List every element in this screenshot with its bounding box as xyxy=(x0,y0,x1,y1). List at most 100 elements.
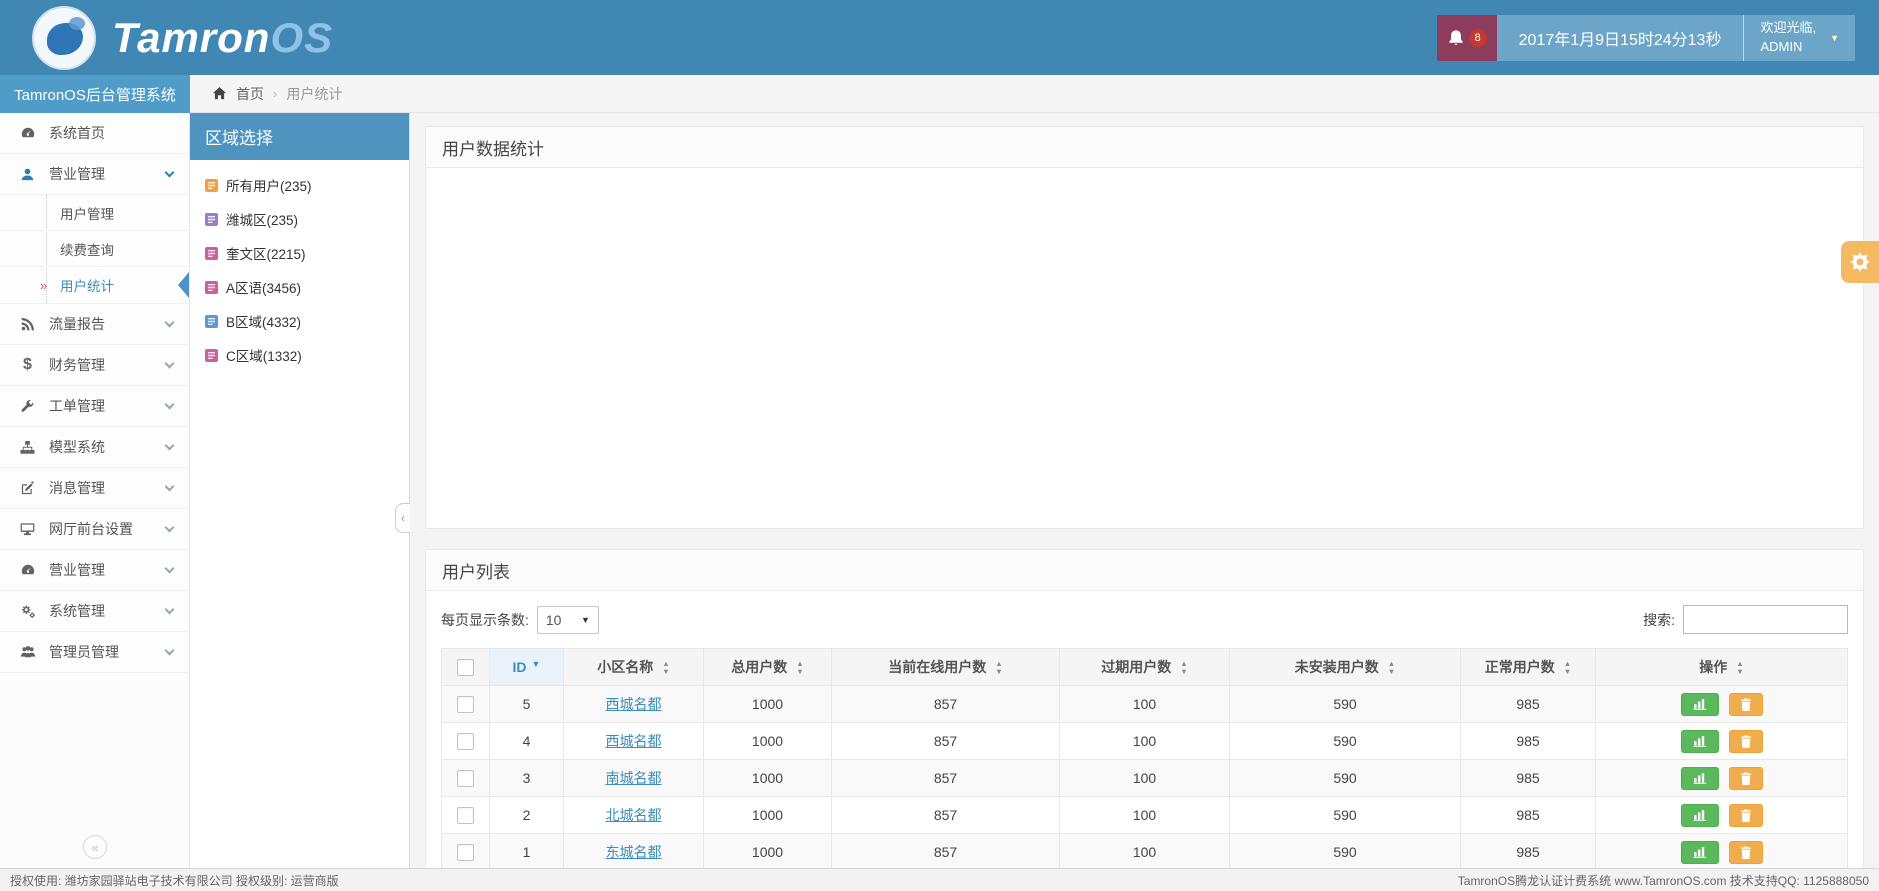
community-link[interactable]: 西城名都 xyxy=(606,696,662,712)
sidebar-item-message-management[interactable]: 消息管理 xyxy=(0,468,189,509)
delete-button[interactable] xyxy=(1728,840,1763,864)
column-label: 小区名称 xyxy=(597,659,654,675)
cell-online: 857 xyxy=(831,722,1060,760)
sort-icon: ▲ ▼ xyxy=(1387,659,1396,677)
row-checkbox[interactable] xyxy=(457,769,474,787)
user-stats-panel: 用户数据统计 xyxy=(425,126,1864,529)
sidebar-app-title: TamronOS后台管理系统 xyxy=(0,75,190,113)
search-input[interactable] xyxy=(1683,605,1848,634)
sidebar-item-system-management[interactable]: 系统管理 xyxy=(0,591,189,632)
cell-expired: 100 xyxy=(1059,685,1230,723)
sidebar-item-renewal-query[interactable]: 续费查询 xyxy=(0,231,189,267)
region-item-label: 奎文区(2215) xyxy=(226,247,306,262)
region-item-c[interactable]: C区域(1332) xyxy=(190,338,409,372)
settings-flyout-button[interactable] xyxy=(1841,241,1879,283)
home-icon xyxy=(212,86,227,101)
delete-button[interactable] xyxy=(1728,803,1763,827)
trash-icon xyxy=(1740,809,1751,822)
top-header-bar: TamronOS 8 2017年1月9日15时24分13秒 欢迎光临, ADMI… xyxy=(0,0,1879,75)
community-link[interactable]: 西城名都 xyxy=(606,733,662,749)
sidebar-item-finance-management[interactable]: $ 财务管理 xyxy=(0,345,189,386)
table-row: 1 东城名都 1000 857 100 590 985 xyxy=(441,833,1848,871)
sidebar-item-model-system[interactable]: 模型系统 xyxy=(0,427,189,468)
cell-uninstalled: 590 xyxy=(1229,833,1461,871)
region-item-b[interactable]: B区域(4332) xyxy=(190,304,409,338)
app-logo: TamronOS xyxy=(0,5,333,70)
column-header-community[interactable]: 小区名称 ▲ ▼ xyxy=(563,648,704,686)
community-link[interactable]: 南城名都 xyxy=(606,770,662,786)
sidebar-item-admin-management[interactable]: 管理员管理 xyxy=(0,632,189,673)
region-item-weicheng[interactable]: 潍城区(235) xyxy=(190,202,409,236)
community-link[interactable]: 东城名都 xyxy=(606,844,662,860)
column-header-normal-users[interactable]: 正常用户数 ▲ ▼ xyxy=(1460,648,1596,686)
sidebar-item-traffic-report[interactable]: 流量报告 xyxy=(0,304,189,345)
breadcrumb-home[interactable]: 首页 xyxy=(236,84,264,104)
main-content: 用户数据统计 用户列表 每页显示条数: 10 ▼ 搜索: ID ▼ 小区名称 ▲… xyxy=(410,113,1879,891)
bar-chart-icon xyxy=(1693,736,1706,747)
cell-expired: 100 xyxy=(1059,759,1230,797)
row-checkbox[interactable] xyxy=(457,695,474,713)
sort-icon: ▲ ▼ xyxy=(1563,659,1572,677)
column-header-total-users[interactable]: 总用户数 ▲ ▼ xyxy=(703,648,832,686)
region-item-all-users[interactable]: 所有用户(235) xyxy=(190,168,409,202)
user-menu[interactable]: 欢迎光临, ADMIN ▼ xyxy=(1743,14,1855,61)
panel-collapse-handle[interactable]: ‹ xyxy=(395,503,410,533)
select-all-checkbox[interactable] xyxy=(457,658,474,676)
region-list-icon xyxy=(205,348,218,362)
delete-button[interactable] xyxy=(1728,692,1763,716)
sidebar-item-business-management-2[interactable]: 营业管理 xyxy=(0,550,189,591)
sidebar-item-label: 流量报告 xyxy=(49,316,105,332)
sidebar-item-label: 模型系统 xyxy=(49,439,105,455)
business-submenu: 用户管理 续费查询 » 用户统计 xyxy=(0,195,189,304)
column-header-expired-users[interactable]: 过期用户数 ▲ ▼ xyxy=(1059,648,1230,686)
row-checkbox[interactable] xyxy=(457,732,474,750)
column-header-id[interactable]: ID ▼ xyxy=(489,648,564,686)
caret-down-icon: ▼ xyxy=(1830,32,1839,43)
per-page-select[interactable]: 10 ▼ xyxy=(536,605,599,634)
sidebar-item-business-management[interactable]: 营业管理 xyxy=(0,154,189,195)
region-list-icon xyxy=(205,314,218,328)
sidebar-item-user-statistics[interactable]: » 用户统计 xyxy=(0,267,189,303)
row-checkbox[interactable] xyxy=(457,843,474,861)
bar-chart-icon xyxy=(1693,699,1706,710)
chart-button[interactable] xyxy=(1680,729,1719,753)
chart-button[interactable] xyxy=(1680,692,1719,716)
sidebar-item-work-order[interactable]: 工单管理 xyxy=(0,386,189,427)
region-item-label: B区域(4332) xyxy=(226,315,302,330)
region-item-kuiwen[interactable]: 奎文区(2215) xyxy=(190,236,409,270)
chart-button[interactable] xyxy=(1680,840,1719,864)
cell-online: 857 xyxy=(831,833,1060,871)
column-header-online-users[interactable]: 当前在线用户数 ▲ ▼ xyxy=(831,648,1060,686)
sidebar-item-label: 系统首页 xyxy=(49,125,105,141)
sidebar-item-front-desk-settings[interactable]: 网厅前台设置 xyxy=(0,509,189,550)
sitemap-icon xyxy=(19,440,36,455)
desktop-icon xyxy=(19,522,36,537)
chart-button[interactable] xyxy=(1680,766,1719,790)
sidebar-collapse-button[interactable]: « xyxy=(83,835,107,859)
community-link[interactable]: 北城名都 xyxy=(606,807,662,823)
sidebar-item-label: 工单管理 xyxy=(49,398,105,414)
sidebar-item-user-management[interactable]: 用户管理 xyxy=(0,195,189,231)
cell-total: 1000 xyxy=(703,685,832,723)
delete-button[interactable] xyxy=(1728,766,1763,790)
sidebar-item-label: 消息管理 xyxy=(49,480,105,496)
chart-button[interactable] xyxy=(1680,803,1719,827)
cell-total: 1000 xyxy=(703,796,832,834)
cell-id: 4 xyxy=(489,722,564,760)
cell-actions xyxy=(1595,685,1848,723)
cell-normal: 985 xyxy=(1460,685,1596,723)
delete-button[interactable] xyxy=(1728,729,1763,753)
row-checkbox[interactable] xyxy=(457,806,474,824)
region-list-icon xyxy=(205,212,218,226)
column-header-uninstalled-users[interactable]: 未安装用户数 ▲ ▼ xyxy=(1229,648,1461,686)
notifications-button[interactable]: 8 xyxy=(1436,14,1497,61)
chevron-down-icon xyxy=(164,399,175,410)
cell-id: 1 xyxy=(489,833,564,871)
cell-online: 857 xyxy=(831,796,1060,834)
column-header-actions[interactable]: 操作 ▲ ▼ xyxy=(1595,648,1848,686)
sidebar-item-label: 财务管理 xyxy=(49,357,105,373)
cell-id: 2 xyxy=(489,796,564,834)
per-page-label: 每页显示条数: xyxy=(441,611,529,628)
sidebar-item-dashboard[interactable]: 系统首页 xyxy=(0,113,189,154)
region-item-a[interactable]: A区语(3456) xyxy=(190,270,409,304)
